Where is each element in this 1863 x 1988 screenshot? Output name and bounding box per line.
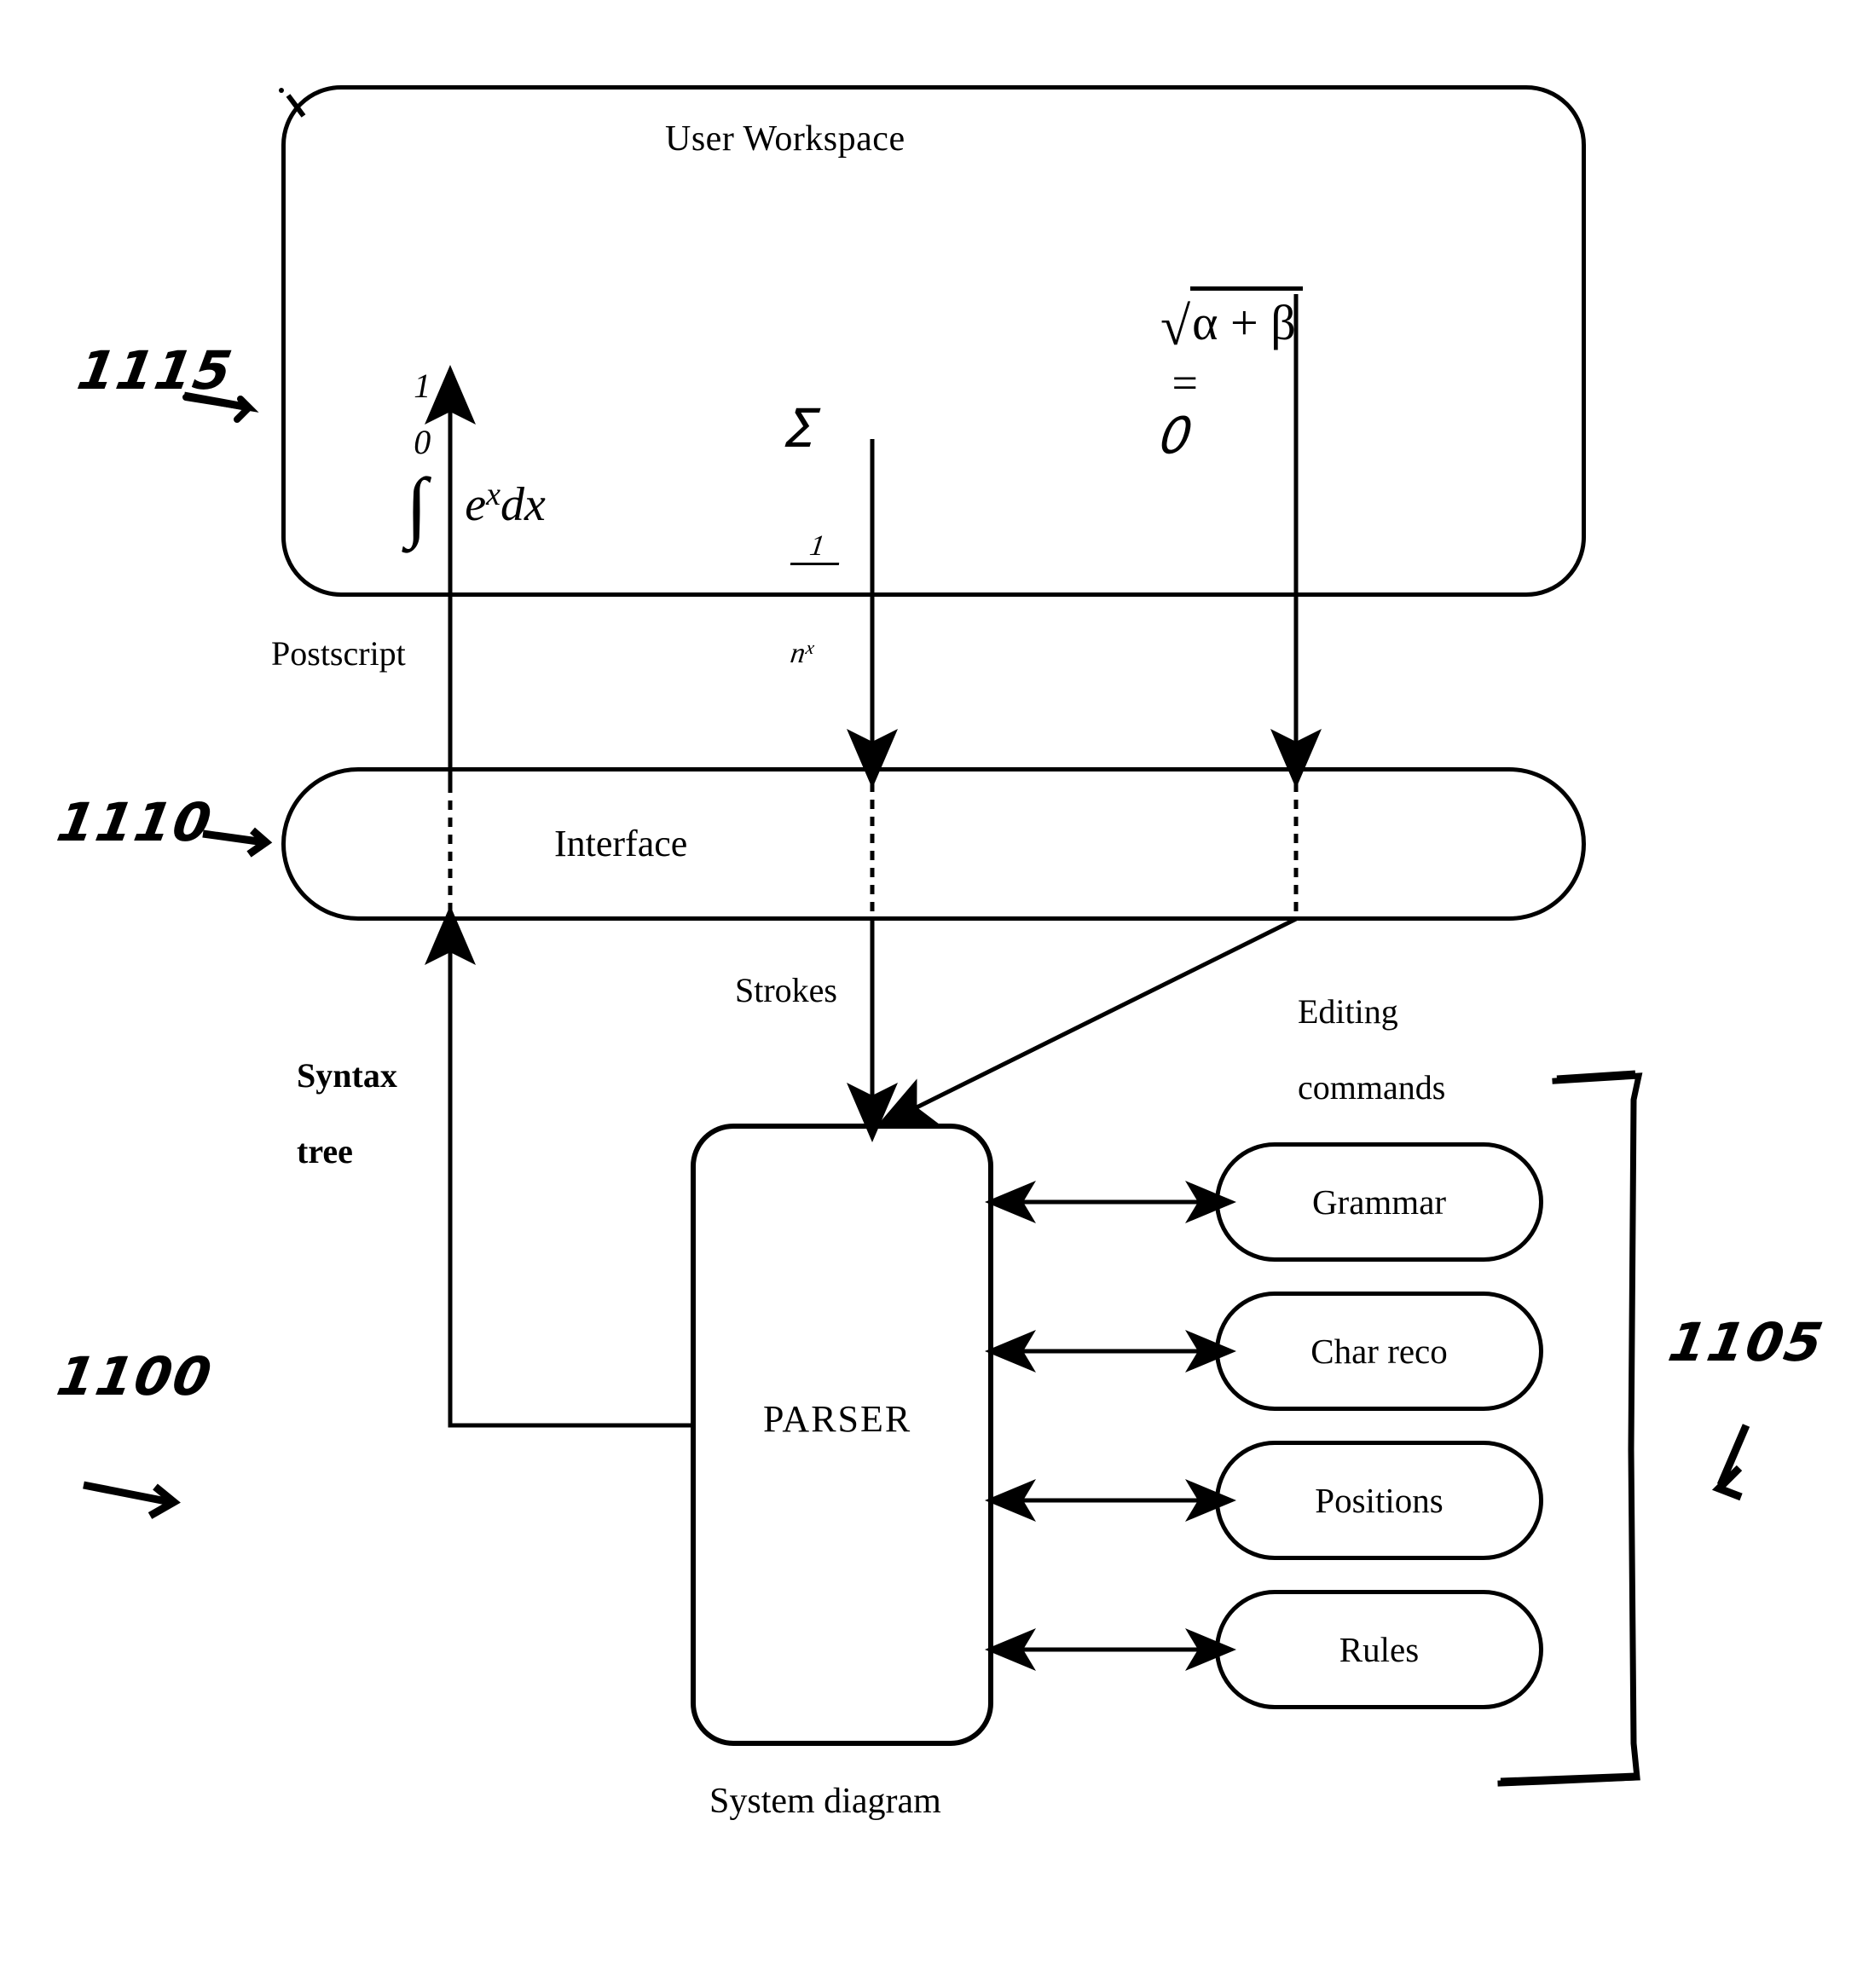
char-reco-label: Char reco <box>1310 1332 1448 1371</box>
figure-caption: System diagram <box>709 1782 941 1821</box>
syntax-tree-line1: Syntax <box>297 1055 397 1095</box>
ref-arrow-1110 <box>202 827 273 858</box>
ref-arrow-1105 <box>1711 1424 1750 1501</box>
ref-numeral-1115: 1115 <box>72 339 239 402</box>
interface-label: Interface <box>554 823 688 864</box>
positions-label: Positions <box>1315 1481 1444 1520</box>
formula-sqrt: √α + β = 0 <box>1147 271 1303 479</box>
edge-label-editing-commands: Editing commands <box>1264 955 1445 1146</box>
edge-editing-commands-to-parser <box>875 916 1298 1129</box>
ref-arrow-1100 <box>83 1481 181 1519</box>
figure-canvas: User Workspace ∫ 10 exdx integral from 0… <box>0 0 1863 1988</box>
grammar-label: Grammar <box>1311 1182 1447 1222</box>
formula-sum: Σ 1 nx <box>772 384 844 760</box>
knowledge-base-grammar: Grammar <box>1215 1142 1543 1262</box>
knowledge-base-positions: Positions <box>1215 1441 1543 1560</box>
editing-commands-line2: commands <box>1298 1068 1446 1107</box>
rules-label: Rules <box>1339 1630 1420 1669</box>
ref-numeral-1105: 1105 <box>1663 1311 1830 1373</box>
user-workspace-title: User Workspace <box>665 119 905 159</box>
syntax-tree-line2: tree <box>297 1132 353 1171</box>
parser-label: PARSER <box>763 1398 912 1440</box>
edge-label-strokes: Strokes <box>735 971 837 1009</box>
interface-box <box>281 767 1586 921</box>
editing-commands-line1: Editing <box>1298 991 1398 1031</box>
ref-numeral-1100: 1100 <box>52 1345 218 1407</box>
ref-numeral-1110: 1110 <box>52 791 218 853</box>
edge-syntax-tree <box>425 905 691 1428</box>
edge-label-postscript: Postscript <box>271 634 406 673</box>
edge-label-syntax-tree: Syntax tree <box>263 1019 397 1210</box>
formula-integral: ∫ 10 exdx <box>406 366 546 549</box>
knowledge-base-rules: Rules <box>1215 1590 1543 1709</box>
knowledge-base-char-reco: Char reco <box>1215 1292 1543 1411</box>
